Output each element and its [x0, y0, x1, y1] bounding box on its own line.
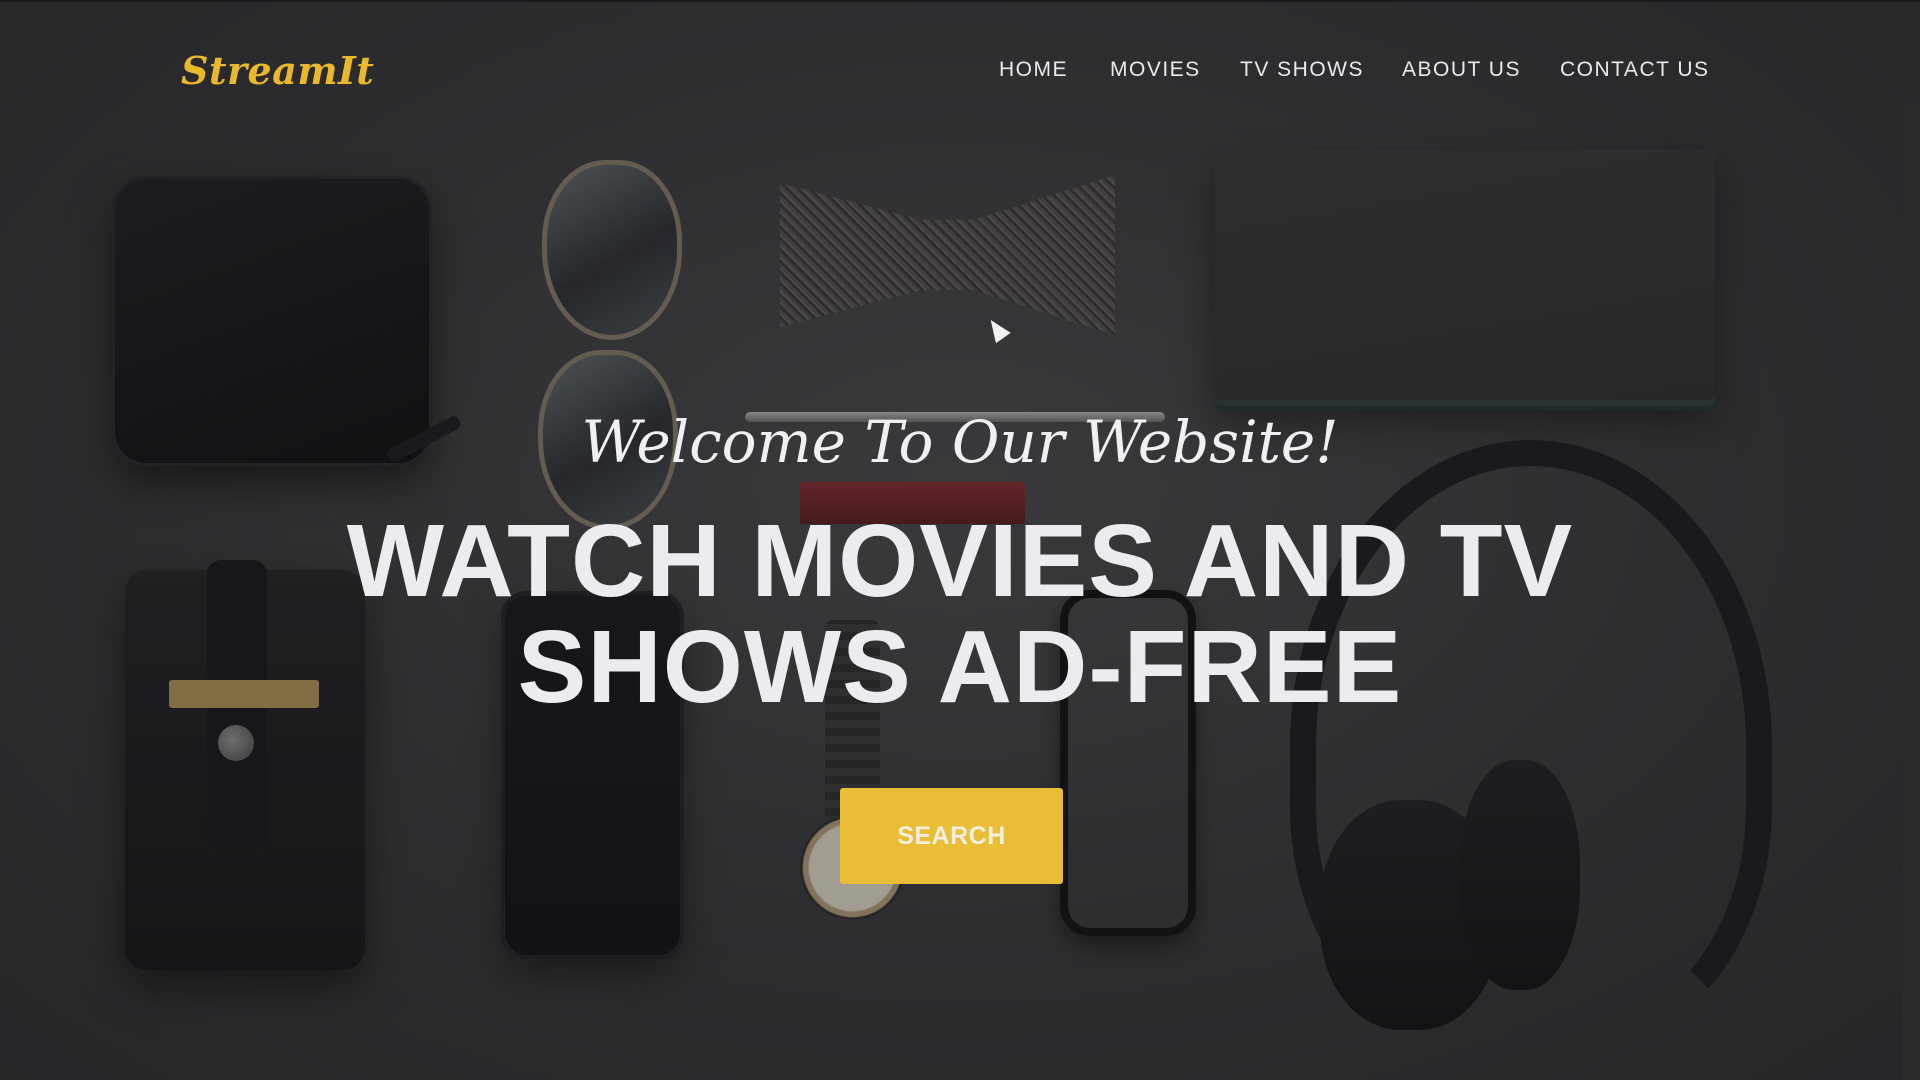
main-nav: HOME MOVIES TV SHOWS ABOUT US CONTACT US [0, 58, 1920, 88]
nav-home[interactable]: HOME [999, 58, 1068, 82]
nav-about-us[interactable]: ABOUT US [1402, 58, 1521, 82]
nav-contact-us[interactable]: CONTACT US [1560, 58, 1710, 82]
hero-title-line-2: SHOWS AD-FREE [517, 609, 1403, 724]
nav-tv-shows[interactable]: TV SHOWS [1240, 58, 1364, 82]
search-button[interactable]: SEARCH [840, 788, 1063, 884]
scrollbar[interactable] [1903, 105, 1920, 1080]
hero-title-line-1: WATCH MOVIES AND TV [346, 503, 1574, 618]
hero-title: WATCH MOVIES AND TV SHOWS AD-FREE [160, 508, 1760, 720]
landing-page: StreamIt HOME MOVIES TV SHOWS ABOUT US C… [0, 0, 1920, 1080]
nav-movies[interactable]: MOVIES [1110, 58, 1201, 82]
welcome-heading: Welcome To Our Website! [581, 408, 1339, 476]
